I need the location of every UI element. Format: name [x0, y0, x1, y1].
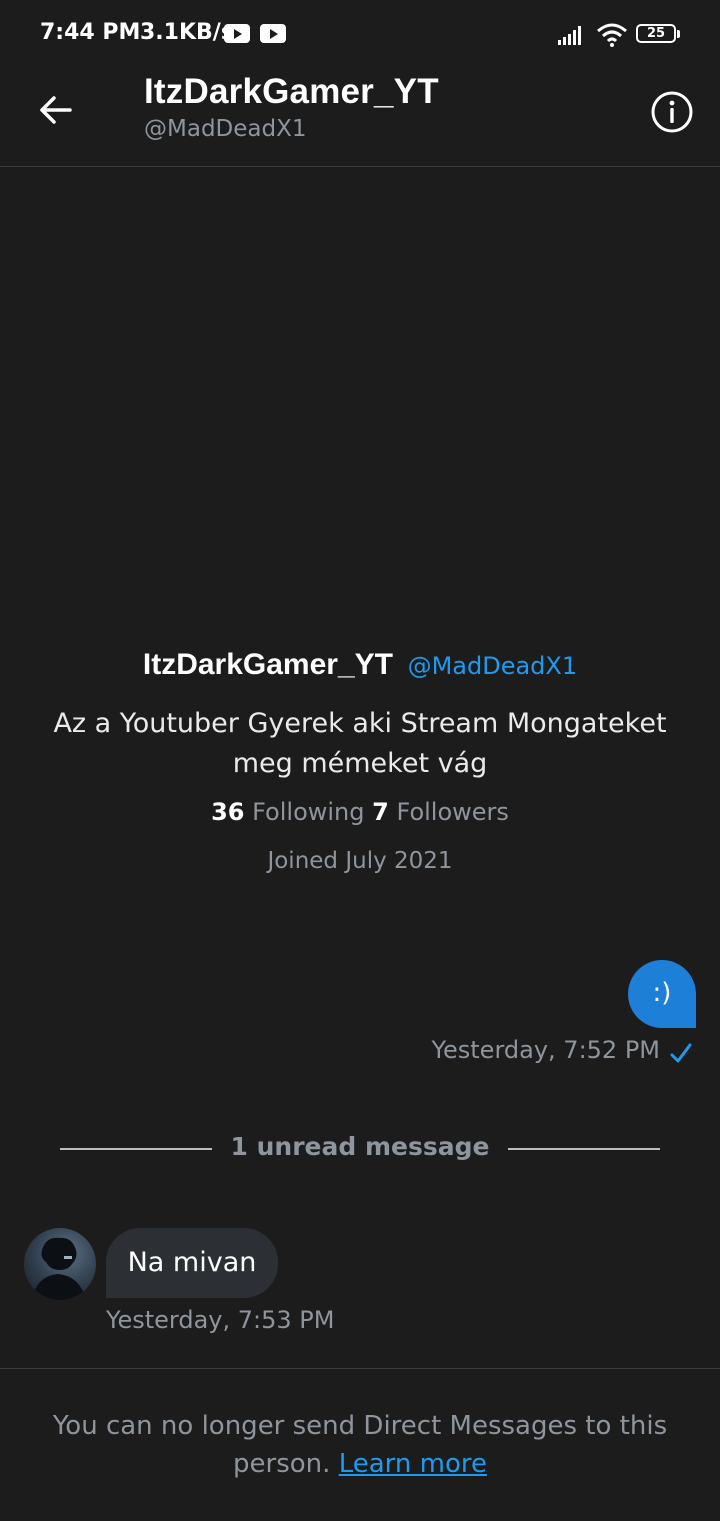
avatar-figure-icon	[32, 1237, 86, 1300]
sent-message-bubble[interactable]: :)	[628, 960, 696, 1028]
profile-name-line: ItzDarkGamer_YT @MadDeadX1	[0, 648, 720, 682]
sent-message-time: Yesterday, 7:52 PM	[431, 1036, 660, 1064]
received-message-bubble[interactable]: Na mivan	[106, 1228, 278, 1298]
profile-joined-date: Joined July 2021	[267, 848, 453, 874]
status-time: 7:44 PM	[40, 20, 141, 45]
status-bar: 7:44 PM 3.1KB/s 25	[0, 0, 720, 70]
conversation-header: ItzDarkGamer_YT @MadDeadX1	[0, 70, 720, 167]
profile-handle: @MadDeadX1	[407, 652, 578, 680]
header-handle: @MadDeadX1	[144, 116, 307, 142]
profile-bio: Az a Youtuber Gyerek aki Stream Mongatek…	[53, 708, 667, 779]
unread-label: 1 unread message	[230, 1132, 490, 1161]
youtube-notification-icon	[260, 24, 286, 43]
wifi-icon	[597, 23, 627, 47]
profile-name: ItzDarkGamer_YT	[142, 648, 393, 681]
unread-divider: 1 unread message	[60, 1130, 660, 1170]
following-label: Following	[252, 798, 365, 826]
received-message-time: Yesterday, 7:53 PM	[106, 1306, 335, 1334]
dm-disabled-notice: You can no longer send Direct Messages t…	[40, 1407, 680, 1483]
status-network-speed: 3.1KB/s	[140, 20, 234, 45]
back-arrow-icon[interactable]	[36, 90, 76, 130]
following-count: 36	[211, 798, 245, 826]
profile-counts: 36 Following 7 Followers	[0, 798, 720, 826]
info-icon[interactable]	[650, 90, 694, 134]
sender-avatar[interactable]	[24, 1228, 96, 1300]
header-name[interactable]: ItzDarkGamer_YT	[144, 72, 439, 112]
signal-icon	[558, 26, 581, 45]
battery-icon: 25	[636, 24, 680, 43]
dm-disabled-footer: You can no longer send Direct Messages t…	[0, 1368, 720, 1521]
followers-count: 7	[372, 798, 389, 826]
profile-summary[interactable]: ItzDarkGamer_YT @MadDeadX1 Az a Youtuber…	[0, 648, 720, 874]
followers-label: Followers	[396, 798, 509, 826]
read-check-icon	[670, 1043, 692, 1063]
youtube-notification-icon	[224, 24, 250, 43]
learn-more-link[interactable]: Learn more	[339, 1449, 487, 1479]
